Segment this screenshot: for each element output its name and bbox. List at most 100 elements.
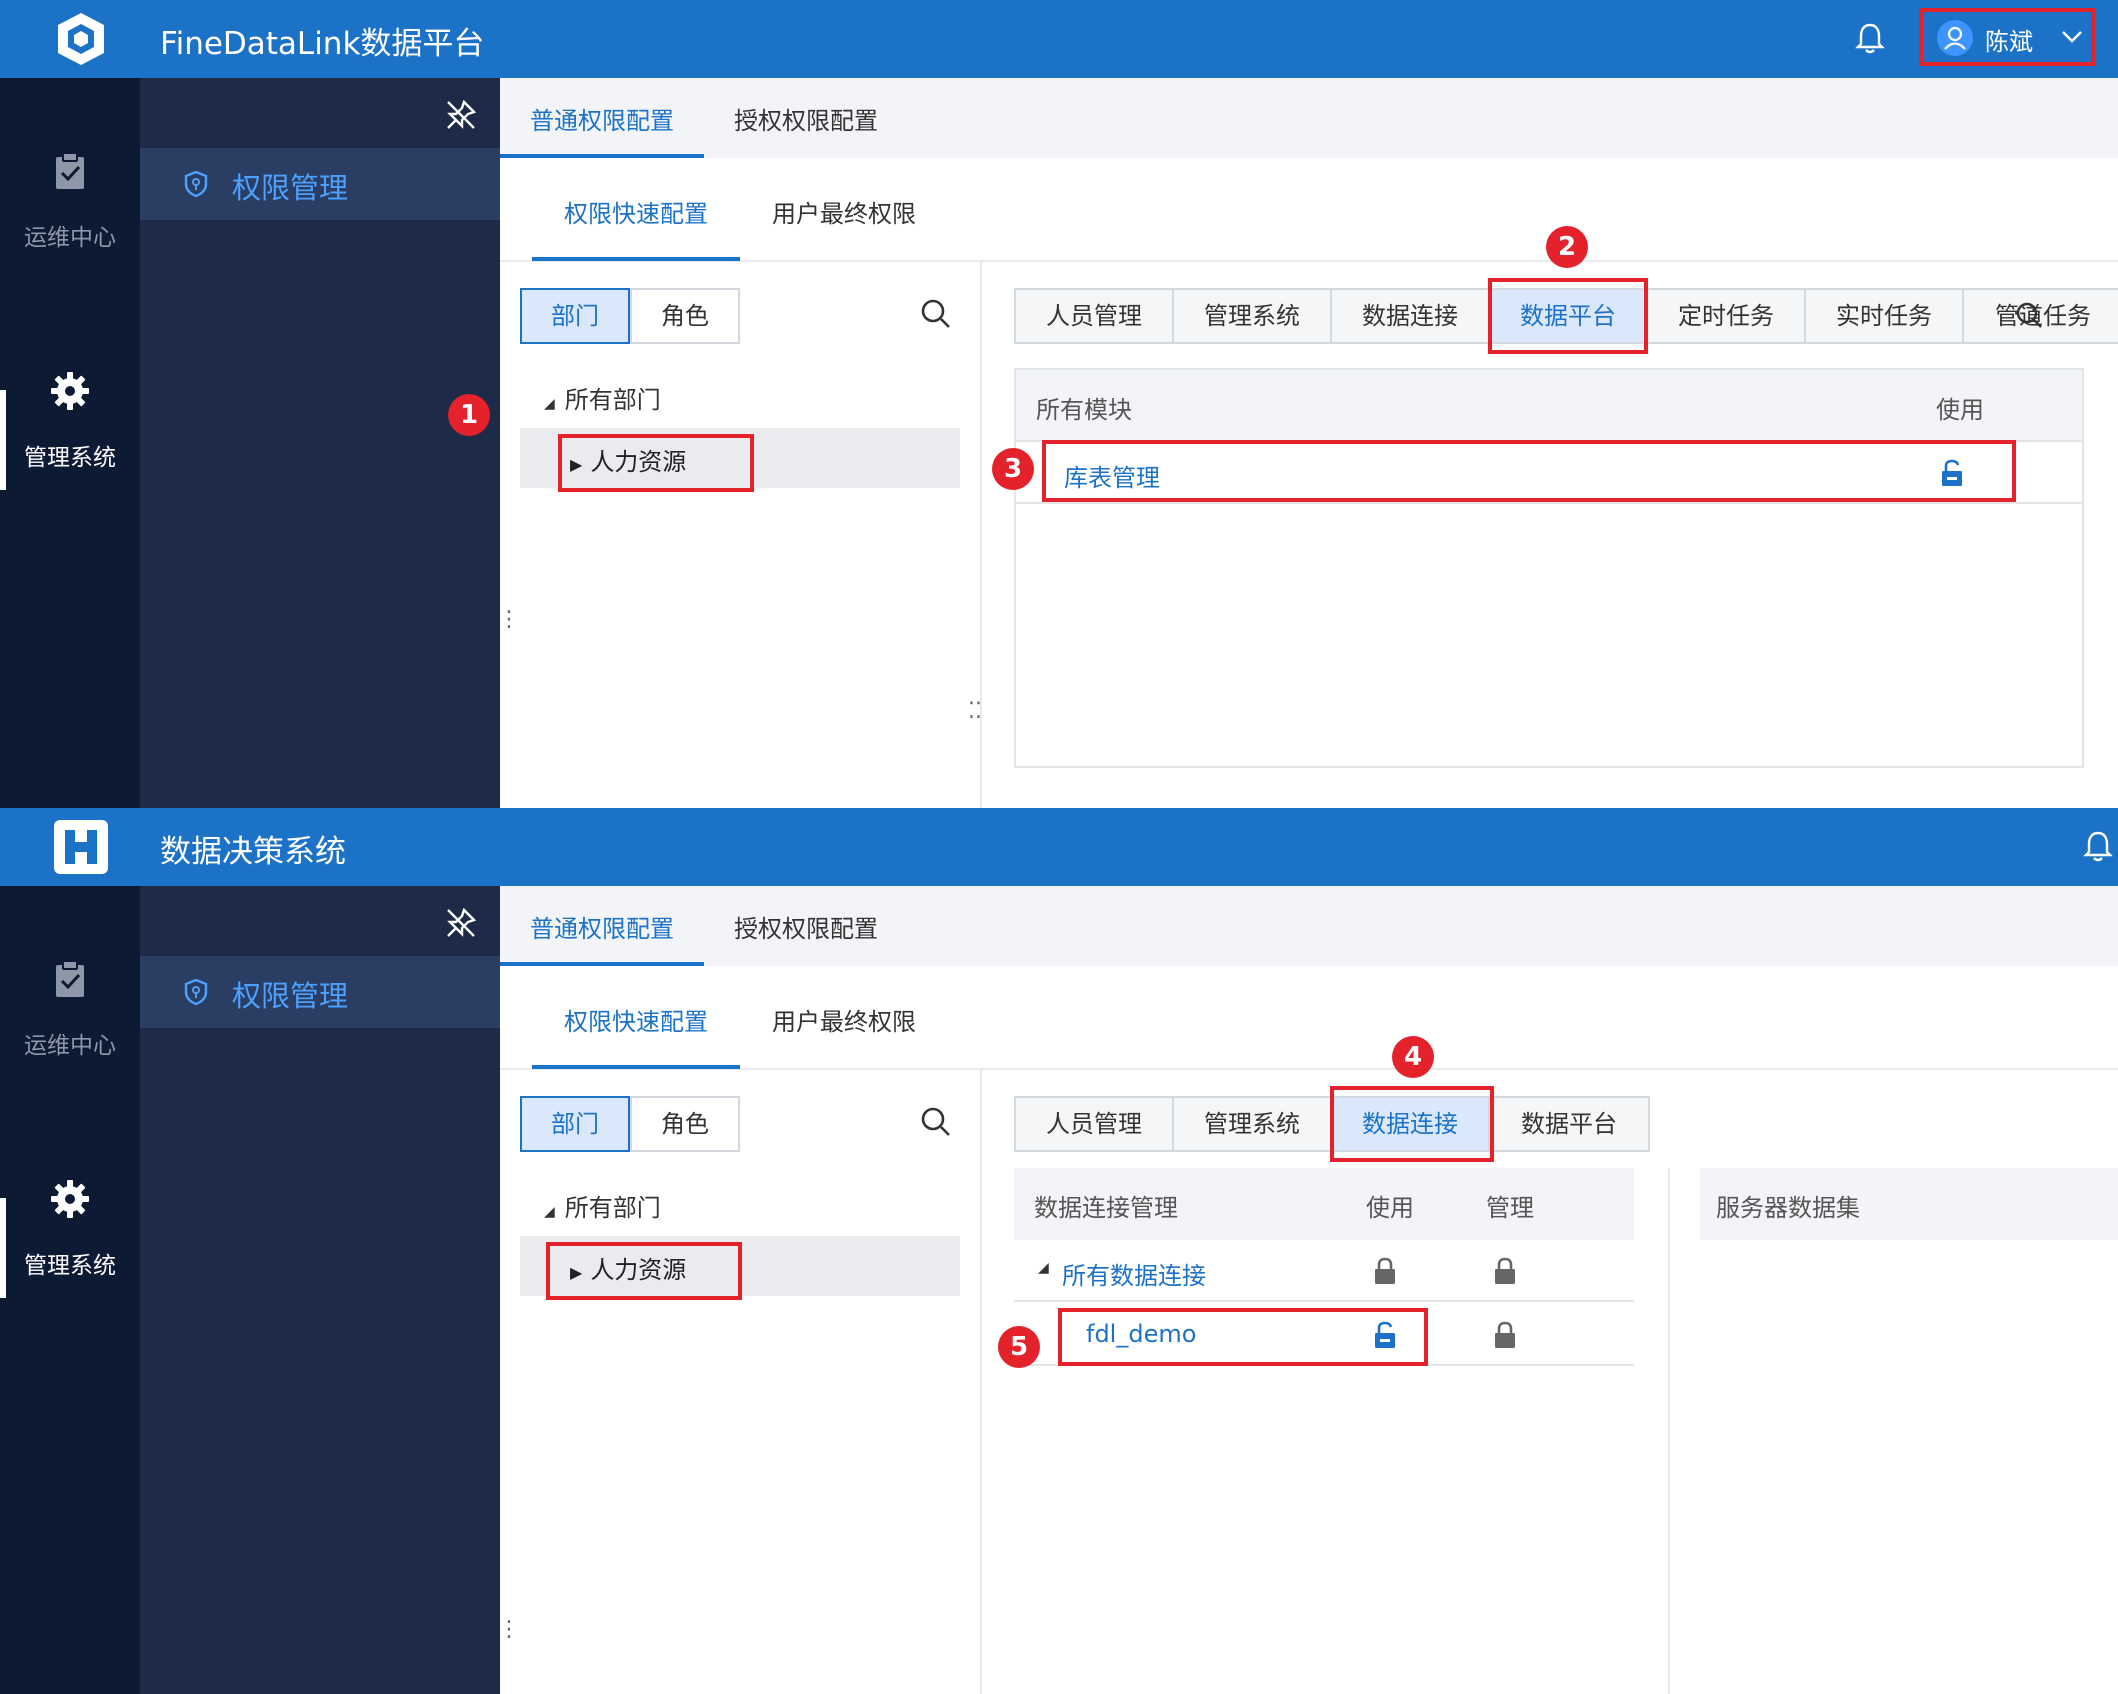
- mtab-user-mgmt[interactable]: 人员管理: [1016, 290, 1174, 342]
- server-dataset-panel: 服务器数据集: [1668, 1168, 2118, 1694]
- tab-quick-config[interactable]: 权限快速配置: [564, 194, 708, 229]
- tab-quick-config[interactable]: 权限快速配置: [564, 1002, 708, 1037]
- step-badge: 2: [1546, 226, 1588, 268]
- search-icon[interactable]: [2014, 300, 2044, 330]
- mtab-data-platform[interactable]: 数据平台: [1490, 1098, 1648, 1150]
- unpin-icon[interactable]: [444, 98, 478, 132]
- lock-icon[interactable]: [1492, 1256, 1518, 1286]
- module-table: 所有模块 使用 库表管理: [1014, 368, 2084, 768]
- step-badge: 1: [448, 394, 490, 436]
- caret-down-icon: ◢: [544, 1204, 555, 1220]
- table-row: 库表管理: [1016, 440, 2082, 504]
- lock-icon[interactable]: [1372, 1256, 1398, 1286]
- gear-icon: [51, 372, 89, 410]
- tree-root[interactable]: ◢ 所有部门: [544, 380, 661, 415]
- module-pane: 人员管理 管理系统 数据连接 数据平台 4 数据连接管理 使用 管理 ◢ 所有数…: [984, 1036, 2118, 1694]
- rail-item-ops-center[interactable]: 运维中心: [0, 150, 140, 252]
- sidebar-item-permission[interactable]: 权限管理: [140, 148, 500, 220]
- resize-handle-icon[interactable]: ⋮: [498, 609, 520, 631]
- tree-root-label: 所有部门: [564, 1194, 661, 1222]
- connection-group-name[interactable]: 所有数据连接: [1062, 1256, 1206, 1291]
- step-badge: 3: [992, 448, 1034, 490]
- rail-label: 管理系统: [24, 1253, 116, 1279]
- connection-table: 数据连接管理 使用 管理 ◢ 所有数据连接 fdl_demo: [1014, 1168, 1634, 1408]
- highlight-box: [546, 1242, 742, 1300]
- resize-handle-icon[interactable]: ⋮: [498, 1619, 520, 1641]
- segment-department[interactable]: 部门: [520, 1096, 630, 1152]
- lock-icon[interactable]: [1492, 1320, 1518, 1350]
- user-avatar-icon: [1937, 20, 1973, 56]
- tree-root[interactable]: ◢ 所有部门: [544, 1188, 661, 1223]
- segment-role[interactable]: 角色: [630, 288, 740, 344]
- top-tabbar: 普通权限配置 授权权限配置: [500, 78, 2118, 158]
- search-icon[interactable]: [920, 1106, 952, 1138]
- rail-item-management[interactable]: 管理系统: [0, 1178, 140, 1280]
- highlight-box: [558, 434, 754, 492]
- nav-rail: 运维中心 管理系统: [0, 78, 140, 808]
- chevron-down-icon: [2062, 31, 2082, 43]
- bell-icon[interactable]: [2080, 828, 2116, 864]
- caret-down-icon: ◢: [544, 396, 555, 412]
- user-name: 陈斌: [1985, 28, 2033, 56]
- sidebar-item-label: 权限管理: [232, 979, 349, 1013]
- table-header: 服务器数据集: [1700, 1168, 2118, 1240]
- resize-handle-icon[interactable]: ⁚⁚: [968, 701, 982, 723]
- tree-row-selected[interactable]: ▶ 人力资源: [520, 428, 960, 492]
- tab-grant-permission[interactable]: 授权权限配置: [734, 909, 878, 944]
- table-header: 所有模块 使用: [1016, 370, 2082, 442]
- department-pane: 部门 角色 ◢ 所有部门 ▶ 人力资源: [500, 262, 982, 808]
- highlight-box: [1488, 278, 1648, 354]
- table-header: 数据连接管理 使用 管理: [1014, 1168, 1634, 1240]
- app-title: FineDataLink数据平台: [160, 26, 485, 62]
- column-header-module: 所有模块: [1036, 396, 1132, 424]
- column-header-manage: 管理: [1486, 1194, 1534, 1222]
- rail-label: 管理系统: [24, 445, 116, 471]
- nav-rail: 运维中心 管理系统: [0, 886, 140, 1694]
- main-content: 普通权限配置 授权权限配置 权限快速配置 用户最终权限 部门 角色 ◢ 所有部门 …: [448, 78, 2118, 808]
- user-menu[interactable]: 陈斌: [1919, 8, 2095, 66]
- finedatalink-window: FineDataLink数据平台 陈斌 运维中心 管理系统 权限管理 普通权限配…: [0, 0, 2118, 808]
- tab-final-permission[interactable]: 用户最终权限: [772, 194, 916, 229]
- rail-label: 运维中心: [24, 1033, 116, 1059]
- active-subtab-underline: [532, 257, 740, 261]
- department-pane: 部门 角色 ◢ 所有部门 ▶ 人力资源: [500, 1070, 982, 1694]
- segment-department[interactable]: 部门: [520, 288, 630, 344]
- highlight-box: [1058, 1308, 1428, 1366]
- column-header-server-dataset: 服务器数据集: [1716, 1194, 1860, 1222]
- bell-icon[interactable]: [1852, 20, 1888, 56]
- column-header-use: 使用: [1366, 1194, 1414, 1222]
- sub-tabbar: [500, 966, 2118, 1070]
- segment-role[interactable]: 角色: [630, 1096, 740, 1152]
- mtab-system-mgmt[interactable]: 管理系统: [1174, 290, 1332, 342]
- gear-icon: [51, 1180, 89, 1218]
- clipboard-check-icon: [56, 152, 84, 189]
- segment-toggle: 部门 角色: [520, 288, 740, 344]
- module-pane: 人员管理 管理系统 数据连接 数据平台 定时任务 实时任务 管道任务 2 所有模…: [984, 226, 2118, 808]
- tab-normal-permission[interactable]: 普通权限配置: [530, 909, 674, 944]
- segment-toggle: 部门 角色: [520, 1096, 740, 1152]
- search-icon[interactable]: [920, 298, 952, 330]
- column-header-connection: 数据连接管理: [1034, 1194, 1178, 1222]
- tab-final-permission[interactable]: 用户最终权限: [772, 1002, 916, 1037]
- sidebar-item-permission[interactable]: 权限管理: [140, 956, 500, 1028]
- tree-root-label: 所有部门: [564, 386, 661, 414]
- mtab-scheduled-task[interactable]: 定时任务: [1648, 290, 1806, 342]
- finedatalink-logo-icon: [58, 13, 104, 65]
- rail-item-ops-center[interactable]: 运维中心: [0, 958, 140, 1060]
- table-row: fdl_demo: [1014, 1304, 1634, 1366]
- column-header-use: 使用: [1936, 396, 1984, 424]
- highlight-box: [1042, 440, 2016, 502]
- mtab-user-mgmt[interactable]: 人员管理: [1016, 1098, 1174, 1150]
- app-header: FineDataLink数据平台 陈斌: [0, 0, 2118, 78]
- tree-row-selected[interactable]: ▶ 人力资源: [520, 1236, 960, 1300]
- mtab-data-connection[interactable]: 数据连接: [1332, 290, 1490, 342]
- rail-item-management[interactable]: 管理系统: [0, 370, 140, 472]
- main-content: 普通权限配置 授权权限配置 权限快速配置 用户最终权限 部门 角色 ◢ 所有部门 …: [498, 886, 2118, 1694]
- tab-grant-permission[interactable]: 授权权限配置: [734, 101, 878, 136]
- unpin-icon[interactable]: [444, 906, 478, 940]
- mtab-realtime-task[interactable]: 实时任务: [1806, 290, 1964, 342]
- clipboard-check-icon: [56, 960, 84, 997]
- tab-normal-permission[interactable]: 普通权限配置: [530, 101, 674, 136]
- finereport-logo-icon: [54, 820, 108, 874]
- mtab-system-mgmt[interactable]: 管理系统: [1174, 1098, 1332, 1150]
